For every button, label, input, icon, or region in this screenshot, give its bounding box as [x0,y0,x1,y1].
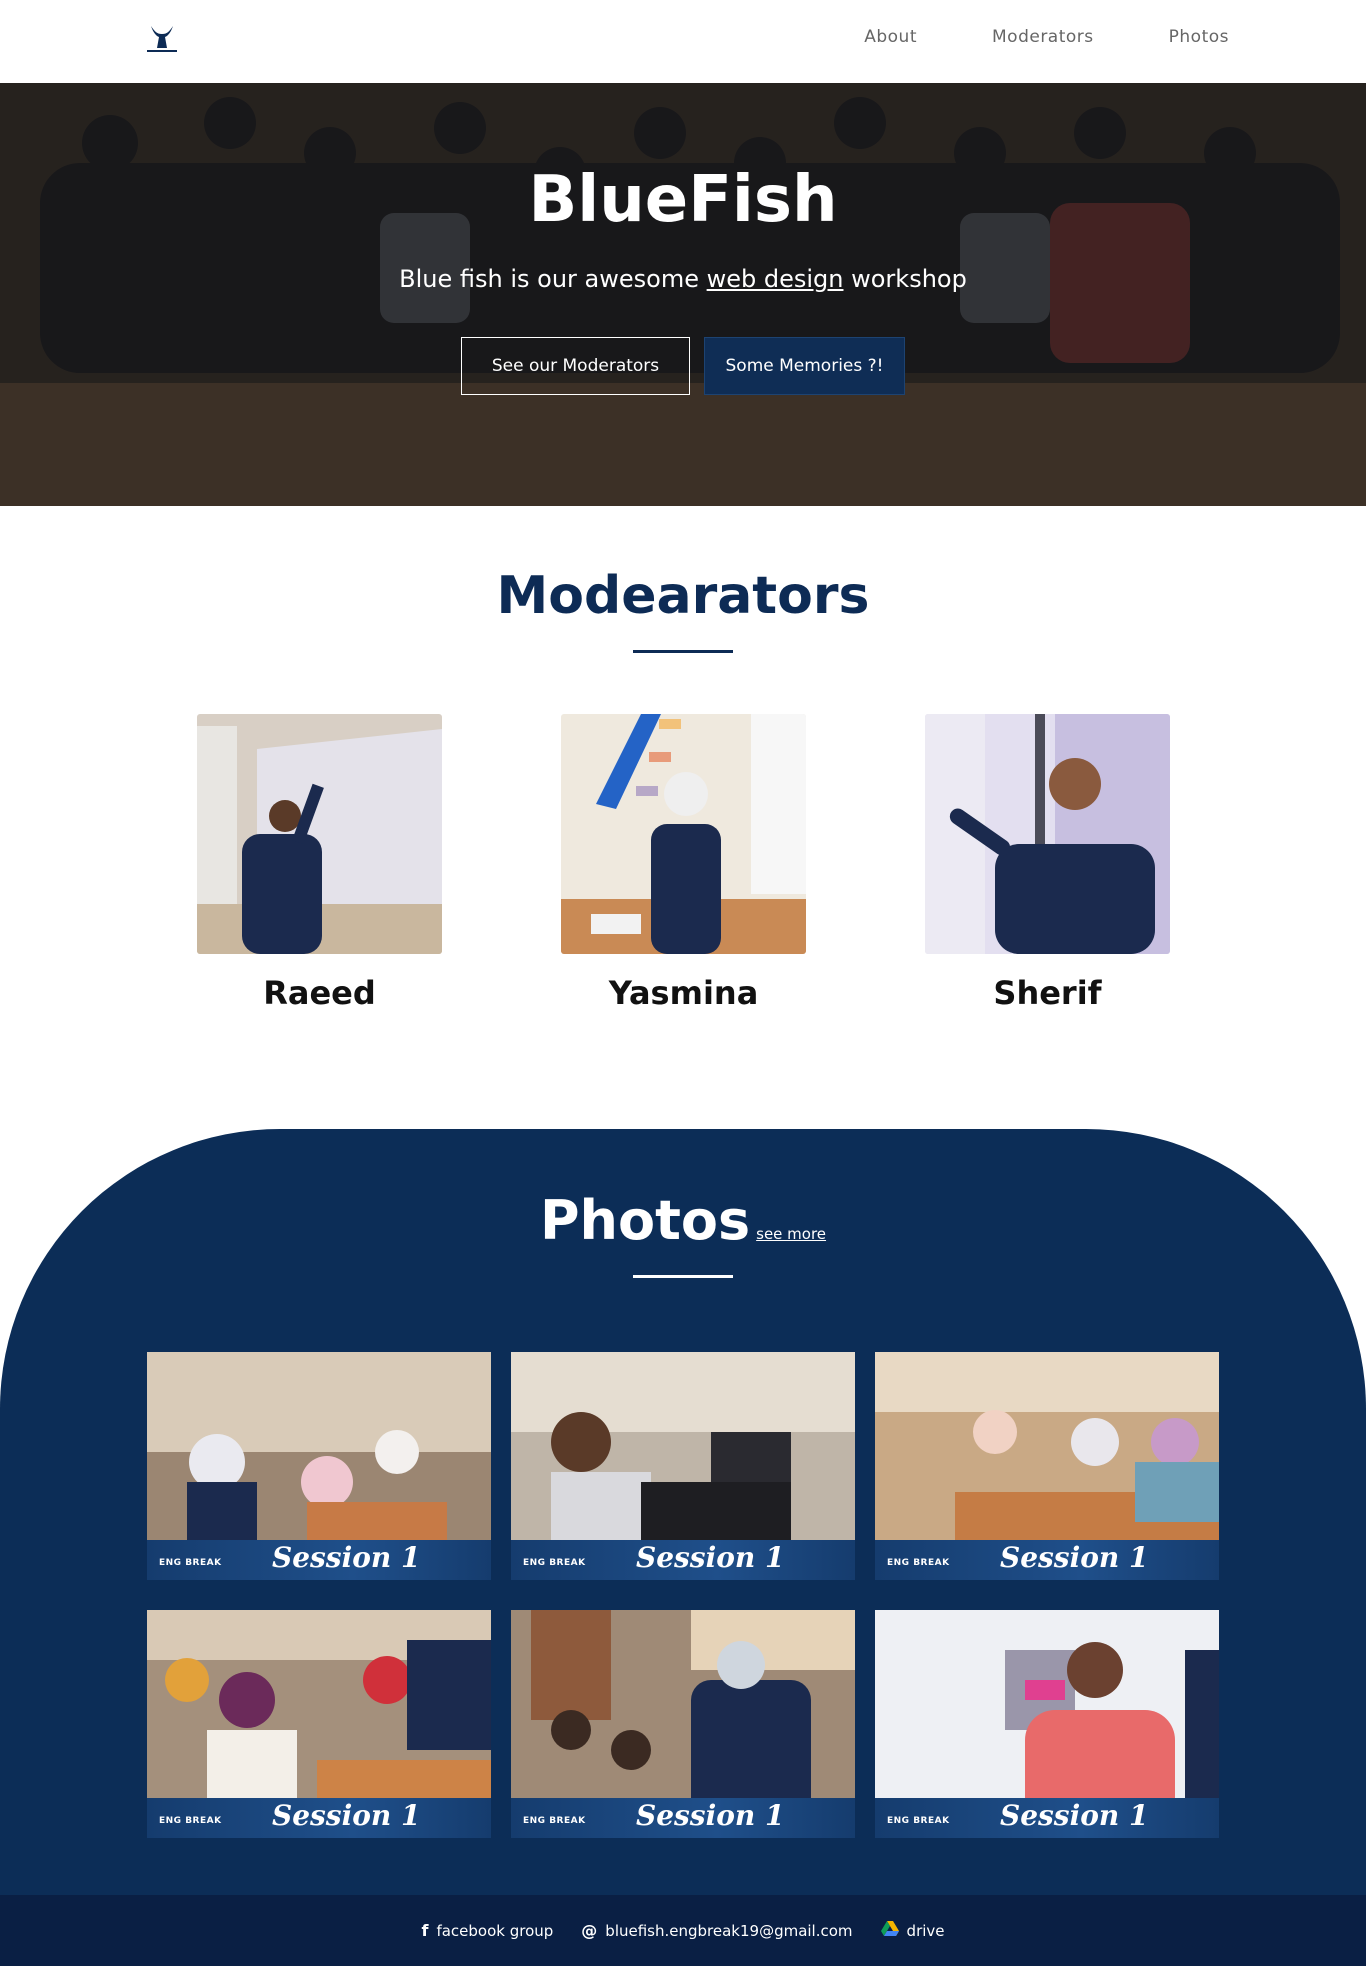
hero-banner: BlueFish Blue fish is our awesome web de… [0,83,1366,506]
moderators-underline [633,650,733,653]
photos-underline [633,1275,733,1278]
session-caption: Session 1 [1000,1541,1149,1574]
photo-tile[interactable]: ENG BREAK Session 1 [875,1352,1219,1580]
moderator-name: Raeed [263,974,376,1012]
moderator-name: Sherif [993,974,1102,1012]
session-caption: Session 1 [1000,1799,1149,1832]
facebook-group-link[interactable]: f facebook group [421,1921,553,1940]
session-caption: Session 1 [636,1541,785,1574]
nav-photos[interactable]: Photos [1169,27,1229,47]
moderator-card: Yasmina [561,714,806,1012]
moderator-photo-sherif [925,714,1170,954]
photo-tile[interactable]: ENG BREAK Session 1 [511,1352,855,1580]
session-caption: Session 1 [636,1799,785,1832]
moderator-name: Yasmina [608,974,759,1012]
photos-title: Photos [539,1189,751,1252]
photo-tile[interactable]: ENG BREAK Session 1 [875,1610,1219,1838]
moderator-photo-raeed [197,714,442,954]
hero-subtitle: Blue fish is our awesome web design work… [399,265,967,293]
bluefish-logo[interactable] [143,22,181,60]
moderators-title: Modearators [496,566,870,626]
top-navbar: About Moderators Photos [0,0,1366,83]
hero-title: BlueFish [528,163,838,237]
photo-tile[interactable]: ENG BREAK Session 1 [147,1352,491,1580]
see-moderators-button[interactable]: See our Moderators [461,337,690,395]
moderator-card: Sherif [925,714,1170,1012]
drive-link[interactable]: drive [880,1920,945,1941]
moderator-card: Raeed [197,714,442,1012]
session-caption: Session 1 [272,1799,421,1832]
facebook-icon: f [421,1921,429,1940]
at-icon: @ [581,1921,598,1940]
footer: f facebook group @ bluefish.engbreak19@g… [0,1895,1366,1966]
photos-section: Photos see more ENG BREAK Session 1 ENG B… [0,1129,1366,1895]
email-link[interactable]: @ bluefish.engbreak19@gmail.com [581,1921,852,1940]
moderator-photo-yasmina [561,714,806,954]
photo-tile[interactable]: ENG BREAK Session 1 [147,1610,491,1838]
nav-moderators[interactable]: Moderators [992,27,1094,47]
photo-tile[interactable]: ENG BREAK Session 1 [511,1610,855,1838]
session-caption: Session 1 [272,1541,421,1574]
nav-about[interactable]: About [864,27,917,47]
web-design-link[interactable]: web design [707,265,844,293]
see-more-link[interactable]: see more [756,1225,826,1243]
drive-icon [880,1920,899,1941]
some-memories-button[interactable]: Some Memories ?! [704,337,905,395]
